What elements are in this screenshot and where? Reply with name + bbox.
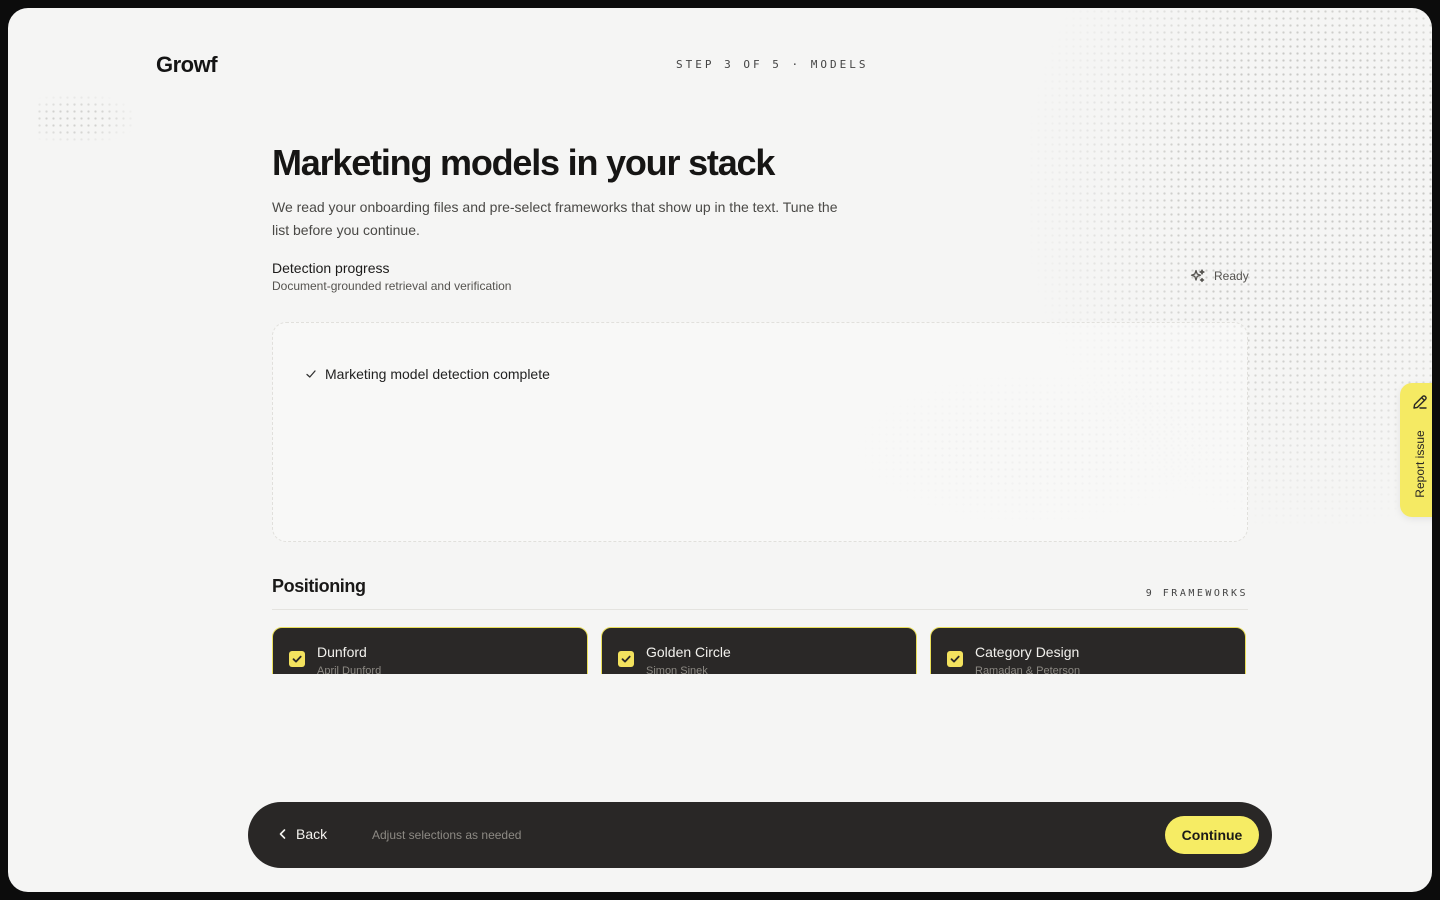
log-entry-text: Marketing model detection complete xyxy=(325,366,550,382)
framework-author: April Dunford xyxy=(317,665,382,674)
page-intro: We read your onboarding files and pre-se… xyxy=(272,199,838,238)
page-title: Marketing models in your stack xyxy=(272,142,775,183)
back-label: Back xyxy=(296,826,328,842)
progress-subtitle: Document-grounded retrieval and verifica… xyxy=(272,279,512,293)
growf-logo: Growf xyxy=(156,52,218,77)
dot-pattern-decoration xyxy=(36,94,136,144)
framework-name: Category Design xyxy=(975,644,1080,660)
framework-card-dunford[interactable]: Dunford April Dunford xyxy=(272,627,588,674)
framework-name: Golden Circle xyxy=(646,644,731,660)
report-issue-label: Report issue xyxy=(1413,430,1427,498)
sparkle-icon xyxy=(1190,269,1205,283)
back-button[interactable]: Back xyxy=(278,826,327,842)
continue-button[interactable]: Continue xyxy=(1165,816,1259,854)
pencil-icon xyxy=(1413,395,1427,409)
step-indicator: STEP 3 OF 5 · MODELS xyxy=(676,58,869,71)
check-icon xyxy=(621,655,631,663)
framework-card-list: Dunford April Dunford Golden Circle Simo… xyxy=(272,627,1248,674)
status-text: Ready xyxy=(1214,269,1249,283)
checkbox[interactable] xyxy=(289,651,305,667)
progress-title: Detection progress xyxy=(272,260,390,276)
report-issue-label-wrap: Report issue xyxy=(1400,421,1432,507)
checkbox[interactable] xyxy=(618,651,634,667)
check-icon xyxy=(292,655,302,663)
report-issue-tab[interactable]: Report issue xyxy=(1400,383,1432,517)
framework-name: Dunford xyxy=(317,644,367,660)
chevron-left-icon xyxy=(279,829,286,839)
app-frame: Growf STEP 3 OF 5 · MODELS Marketing mod… xyxy=(8,8,1432,892)
status-badge: Ready xyxy=(1190,268,1249,284)
checkbox[interactable] xyxy=(947,651,963,667)
detection-log-panel: Marketing model detection complete xyxy=(272,322,1248,542)
framework-author: Ramadan & Peterson xyxy=(975,665,1081,674)
bottom-action-bar: Back Adjust selections as needed Continu… xyxy=(248,802,1272,868)
framework-count: 9 FRAMEWORKS xyxy=(1145,588,1248,599)
framework-card-golden-circle[interactable]: Golden Circle Simon Sinek xyxy=(601,627,917,674)
log-entry: Marketing model detection complete xyxy=(305,366,550,382)
section-divider xyxy=(272,609,1248,610)
footer-hint: Adjust selections as needed xyxy=(372,828,522,842)
check-icon xyxy=(306,370,316,378)
framework-author: Simon Sinek xyxy=(646,665,708,674)
check-icon xyxy=(950,655,960,663)
framework-card-category-design[interactable]: Category Design Ramadan & Peterson xyxy=(930,627,1246,674)
section-title: Positioning xyxy=(272,576,366,596)
